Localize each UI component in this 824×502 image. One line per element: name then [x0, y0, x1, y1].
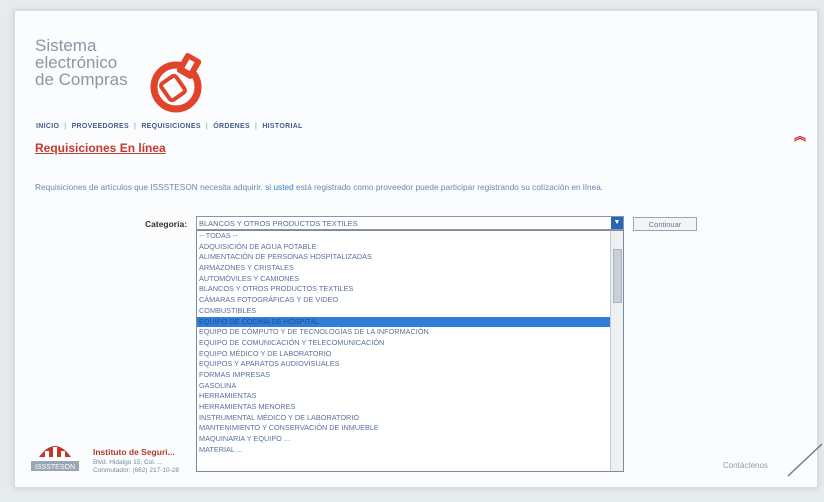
intro-link[interactable]: si usted: [265, 182, 294, 192]
page-title: Requisiciones En línea: [35, 141, 166, 155]
page-panel: Sistema electrónico de Compras INICIO | P…: [14, 10, 818, 488]
logo-line-1: Sistema: [35, 36, 97, 55]
dropdown-option[interactable]: HERRAMIENTAS MENORES: [197, 402, 611, 413]
footer-address-line-2: Conmutador: (662) 217-10-28: [93, 467, 179, 474]
dropdown-option[interactable]: EQUIPO DE COMUNICACIÓN Y TELECOMUNICACIÓ…: [197, 338, 611, 349]
pen-icon: [787, 443, 823, 477]
scroll-to-top-icon[interactable]: ︽: [794, 129, 806, 143]
nav-item-inicio[interactable]: INICIO: [36, 123, 59, 130]
logo-text: Sistema electrónico de Compras: [35, 37, 155, 88]
logo-line-3: de Compras: [35, 70, 128, 89]
dropdown-option[interactable]: GASOLINA: [197, 381, 611, 392]
dropdown-option[interactable]: ALIMENTACIÓN DE PERSONAS HOSPITALIZADAS: [197, 252, 611, 263]
dropdown-option[interactable]: EQUIPO DE CÓMPUTO Y DE TECNOLOGÍAS DE LA…: [197, 327, 611, 338]
dropdown-option[interactable]: MANTENIMIENTO Y CONSERVACIÓN DE INMUEBLE: [197, 423, 611, 434]
footer-org-name: Instituto de Seguri...: [93, 447, 175, 457]
dropdown-option[interactable]: AUTOMÓVILES Y CAMIONES: [197, 274, 611, 285]
dropdown-option[interactable]: ADQUISICIÓN DE AGUA POTABLE: [197, 242, 611, 253]
logo-abbrev: ISSSTESON: [35, 464, 75, 471]
dropdown-option[interactable]: EQUIPO DE COCINA DE HOSPITAL: [197, 316, 611, 328]
nav-separator: |: [64, 123, 67, 130]
nav-item-proveedores[interactable]: PROVEEDORES: [72, 123, 129, 130]
scrollbar-thumb[interactable]: [613, 249, 622, 303]
dropdown-option[interactable]: INSTRUMENTAL MÉDICO Y DE LABORATORIO: [197, 413, 611, 424]
main-nav: INICIO | PROVEEDORES | REQUISICIONES | ÓRDE…: [36, 123, 305, 130]
intro-text-before: Requisiciones de artículos que ISSSTESON…: [35, 182, 266, 192]
dropdown-option[interactable]: FORMAS IMPRESAS: [197, 370, 611, 381]
dropdown-option[interactable]: EQUIPOS Y APARATOS AUDIOVISUALES: [197, 359, 611, 370]
dropdown-option[interactable]: HERRAMIENTAS: [197, 391, 611, 402]
footer-address-line-1: Blvd. Hidalgo 15, Col. ...: [93, 459, 163, 466]
nav-separator: |: [133, 123, 137, 130]
dropdown-option[interactable]: MATERIAL ...: [197, 445, 611, 456]
dropdown-scrollbar[interactable]: [610, 231, 623, 471]
category-select[interactable]: BLANCOS Y OTROS PRODUCTOS TEXTILES ▼: [196, 216, 624, 230]
chevron-down-icon[interactable]: ▼: [611, 217, 623, 229]
nav-item-ordenes[interactable]: ÓRDENES: [213, 123, 250, 130]
logo-line-2: electrónico: [35, 53, 118, 72]
dropdown-option[interactable]: EQUIPO MÉDICO Y DE LABORATORIO: [197, 349, 611, 360]
contact-link[interactable]: Contáctenos: [723, 461, 768, 470]
dropdown-options: -- TODAS -- ADQUISICIÓN DE AGUA POTABLE AL…: [197, 231, 611, 455]
dropdown-option[interactable]: BLANCOS Y OTROS PRODUCTOS TEXTILES: [197, 284, 611, 295]
nav-separator: |: [254, 123, 258, 130]
logo-icon: [150, 53, 202, 113]
nav-item-historial[interactable]: HISTORIAL: [262, 123, 302, 130]
nav-separator: |: [205, 123, 208, 130]
issteson-logo-icon: ISSSTESON: [31, 446, 79, 471]
nav-item-requisiciones[interactable]: REQUISICIONES: [141, 123, 201, 130]
intro-text-after: está registrado como proveedor puede par…: [293, 182, 604, 192]
category-label: Categoría:: [145, 219, 188, 229]
intro-text: Requisiciones de artículos que ISSSTESON…: [35, 182, 795, 192]
dropdown-option[interactable]: ARMAZONES Y CRISTALES: [197, 263, 611, 274]
dropdown-option[interactable]: COMBUSTIBLES: [197, 306, 611, 317]
category-dropdown-list[interactable]: -- TODAS -- ADQUISICIÓN DE AGUA POTABLE AL…: [196, 230, 624, 472]
footer-address: Blvd. Hidalgo 15, Col. ... Conmutador: (…: [93, 459, 179, 475]
continue-button[interactable]: Continuar: [633, 217, 697, 231]
dropdown-option[interactable]: MAQUINARIA Y EQUIPO ...: [197, 434, 611, 445]
category-select-value: BLANCOS Y OTROS PRODUCTOS TEXTILES: [199, 219, 358, 228]
dropdown-option[interactable]: CÁMARAS FOTOGRÁFICAS Y DE VIDEO: [197, 295, 611, 306]
dropdown-option[interactable]: -- TODAS --: [197, 231, 611, 242]
